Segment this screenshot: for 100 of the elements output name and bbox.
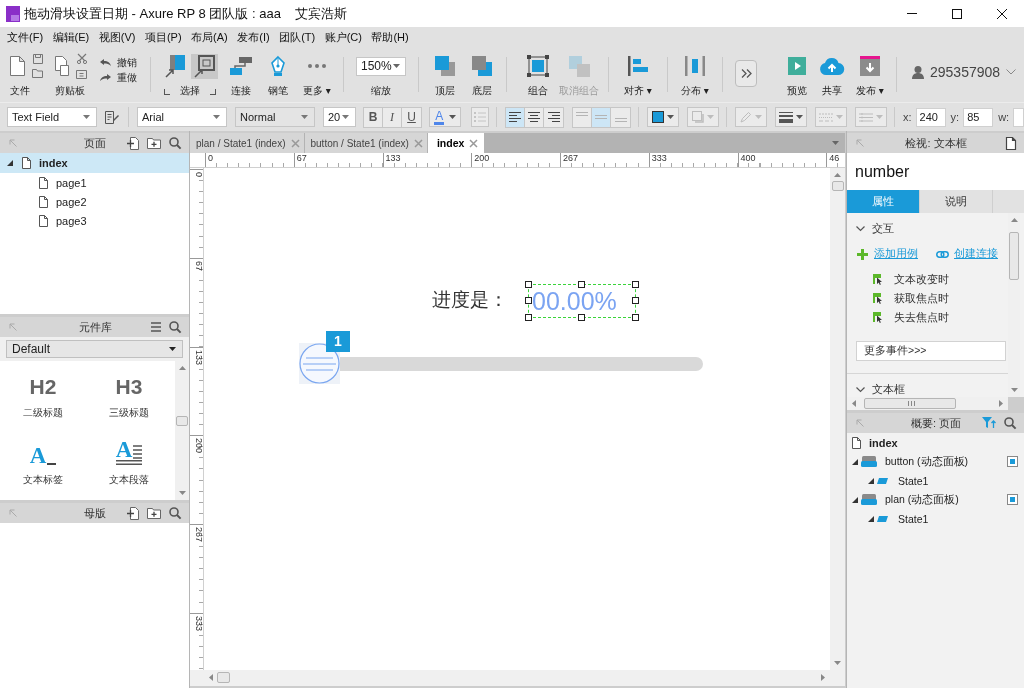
widget-tile[interactable]: A 文本段落	[86, 428, 172, 495]
page-item[interactable]: page3	[17, 211, 189, 230]
chevron-down-icon[interactable]	[856, 386, 865, 392]
expanded-triangle-icon[interactable]	[7, 160, 13, 166]
bold-button[interactable]: B	[364, 107, 383, 127]
event-item[interactable]: 失去焦点时	[873, 308, 1008, 327]
resize-handle[interactable]	[632, 281, 639, 288]
plus-icon[interactable]	[857, 248, 868, 260]
search-icon[interactable]	[169, 321, 181, 333]
more-events-button[interactable]: 更多事件>>>	[856, 341, 1006, 361]
diagonal-arrow-icon[interactable]	[9, 323, 17, 331]
scroll-up-icon[interactable]	[1010, 218, 1018, 222]
close-icon[interactable]	[470, 139, 478, 147]
expanded-triangle-icon[interactable]	[868, 477, 874, 484]
expand-toolbar-button[interactable]	[735, 60, 757, 87]
scroll-left-icon[interactable]	[209, 674, 213, 681]
distribute-button[interactable]: 分布 ▾	[675, 51, 715, 97]
expanded-triangle-icon[interactable]	[852, 496, 858, 503]
diagonal-arrow-icon[interactable]	[9, 139, 17, 147]
diagonal-arrow-icon[interactable]	[856, 139, 864, 147]
widget-tile[interactable]: A 文本标签	[0, 428, 86, 495]
search-icon[interactable]	[169, 507, 181, 519]
vertical-scrollbar[interactable]	[175, 361, 189, 500]
page-item[interactable]: page2	[17, 192, 189, 211]
document-tab[interactable]: plan / State1 (index)	[190, 133, 304, 153]
menu-item[interactable]: 团队(T)	[275, 27, 320, 47]
redo-button[interactable]: 重做	[100, 71, 143, 84]
document-tab[interactable]: button / State1 (index)	[304, 133, 427, 153]
zoom-dropdown[interactable]: 150%	[356, 56, 406, 76]
resize-handle[interactable]	[632, 297, 639, 304]
scrollbar-thumb[interactable]	[1009, 232, 1019, 280]
paste-button[interactable]	[76, 68, 87, 79]
share-button[interactable]: 共享	[815, 51, 849, 97]
underline-button[interactable]: U	[402, 107, 421, 127]
close-icon[interactable]	[414, 139, 422, 147]
widget-name-field[interactable]: number	[847, 153, 1024, 190]
menu-icon[interactable]	[151, 322, 161, 332]
resize-handle[interactable]	[632, 314, 639, 321]
document-icon[interactable]	[1006, 136, 1016, 150]
menu-item[interactable]: 编辑(E)	[48, 27, 94, 47]
add-page-icon[interactable]	[127, 136, 139, 150]
group-button[interactable]: 组合	[519, 51, 557, 97]
font-weight-dropdown[interactable]: Normal	[235, 107, 315, 127]
diagonal-arrow-icon[interactable]	[9, 509, 17, 517]
menu-item[interactable]: 视图(V)	[94, 27, 140, 47]
document-tab[interactable]: index	[427, 133, 485, 153]
add-page-icon[interactable]	[127, 506, 139, 520]
boxed-square-icon[interactable]	[1007, 456, 1018, 467]
align-left-button[interactable]	[506, 107, 525, 127]
close-icon[interactable]	[291, 139, 299, 147]
resize-handle[interactable]	[525, 281, 532, 288]
search-icon[interactable]	[1004, 417, 1016, 429]
coordinate-field[interactable]: 240	[915, 107, 946, 127]
library-dropdown[interactable]: Default	[6, 340, 183, 358]
add-folder-icon[interactable]	[147, 137, 161, 149]
save-button[interactable]	[32, 54, 43, 64]
italic-button[interactable]: I	[383, 107, 402, 127]
filter-icon[interactable]	[982, 417, 996, 429]
event-item[interactable]: 文本改变时	[873, 270, 1008, 289]
widget-tile[interactable]: H2 二级标题	[0, 361, 86, 428]
coordinate-field[interactable]	[1013, 107, 1024, 127]
more-button[interactable]: 更多 ▾	[298, 51, 336, 97]
resize-handle[interactable]	[525, 297, 532, 304]
add-folder-icon[interactable]	[147, 507, 161, 519]
diagonal-arrow-icon[interactable]	[856, 419, 864, 427]
search-icon[interactable]	[169, 137, 181, 149]
link-icon[interactable]	[936, 250, 949, 258]
expanded-triangle-icon[interactable]	[868, 515, 874, 522]
menu-item[interactable]: 账户(C)	[320, 27, 366, 47]
pen-tool-button[interactable]: 钢笔	[260, 51, 296, 97]
font-size-dropdown[interactable]: 20	[323, 107, 356, 127]
send-to-back-button[interactable]: 底层	[465, 51, 499, 97]
account-button[interactable]: 295357908	[912, 64, 1017, 80]
section-header[interactable]: 文本框	[856, 382, 905, 396]
section-header[interactable]: 交互	[856, 221, 894, 235]
undo-button[interactable]: 撤销	[100, 56, 143, 69]
menu-item[interactable]: 文件(F)	[3, 27, 48, 47]
line-width-button[interactable]	[775, 107, 807, 127]
align-button[interactable]: 对齐 ▾	[616, 51, 660, 97]
expanded-triangle-icon[interactable]	[852, 458, 858, 465]
scroll-down-icon[interactable]	[178, 491, 186, 495]
vertical-scrollbar[interactable]	[830, 168, 845, 670]
bring-to-front-button[interactable]: 顶层	[428, 51, 462, 97]
align-center-button[interactable]	[525, 107, 544, 127]
outline-item[interactable]: State1	[868, 509, 1018, 528]
copy-button[interactable]	[55, 56, 69, 76]
coordinate-field[interactable]: 85	[963, 107, 994, 127]
connect-button[interactable]: 连接	[223, 51, 259, 97]
menu-item[interactable]: 布局(A)	[187, 27, 232, 47]
scroll-up-icon[interactable]	[834, 173, 841, 177]
page-item[interactable]: page1	[17, 173, 189, 192]
scroll-down-icon[interactable]	[1010, 388, 1018, 392]
cut-button[interactable]	[76, 53, 87, 64]
scrollbar-thumb[interactable]	[176, 416, 188, 426]
page-item[interactable]: index	[0, 153, 189, 173]
menu-item[interactable]: 帮助(H)	[367, 27, 413, 47]
outline-item[interactable]: index	[852, 433, 1018, 452]
horizontal-scrollbar[interactable]	[847, 397, 1008, 410]
resize-handle[interactable]	[578, 281, 585, 288]
preview-button[interactable]: 预览	[780, 51, 814, 97]
